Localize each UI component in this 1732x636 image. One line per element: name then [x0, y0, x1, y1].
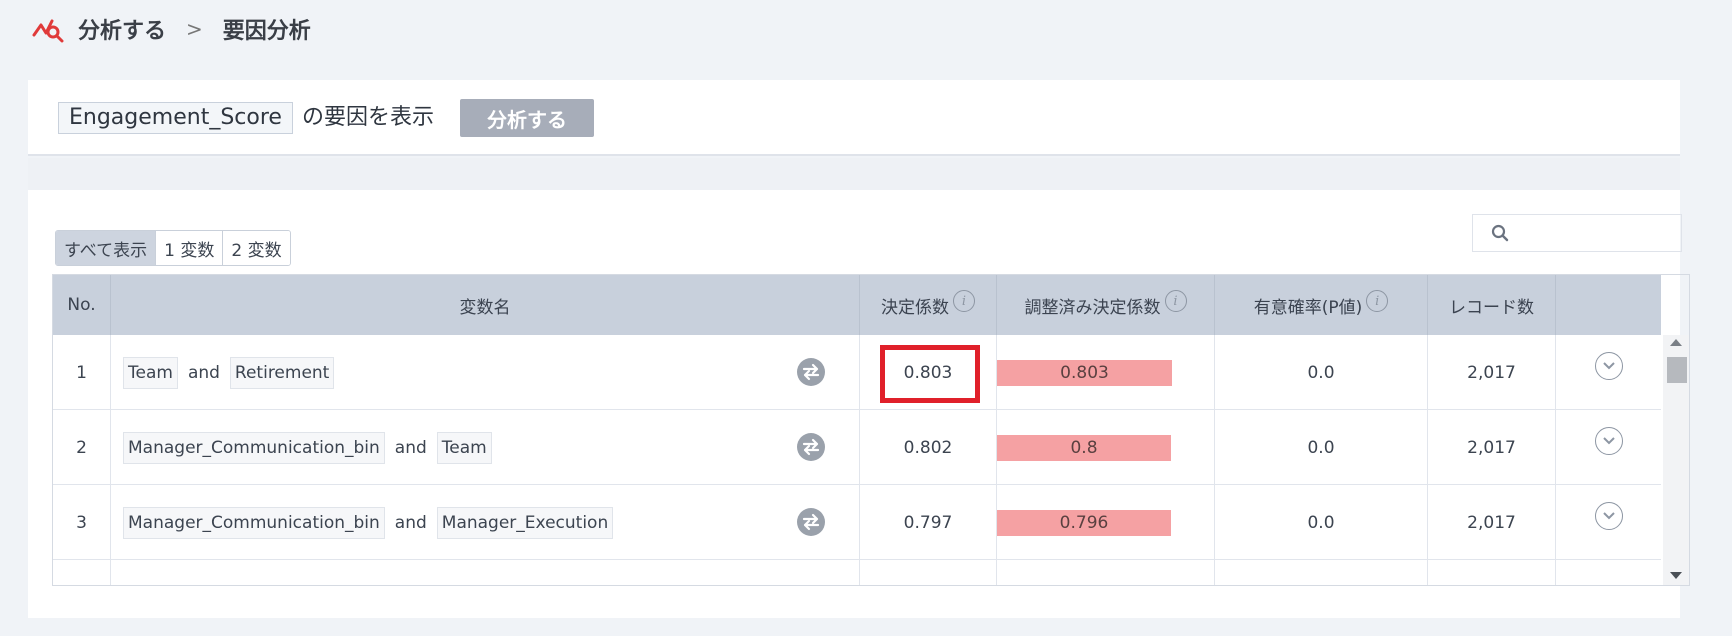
row-records	[1428, 560, 1556, 585]
row-adj-r2: 0.796	[997, 485, 1215, 560]
info-icon[interactable]: i	[953, 290, 975, 312]
info-icon[interactable]: i	[1366, 290, 1389, 312]
analyze-button[interactable]: 分析する	[460, 99, 594, 137]
scroll-down-arrow-icon[interactable]	[1670, 572, 1682, 579]
variable-filter-group: すべて表示 1 変数 2 変数	[55, 230, 291, 266]
breadcrumb: 分析する > 要因分析	[32, 12, 311, 46]
row-variables	[111, 560, 860, 585]
divider-band	[28, 158, 1680, 190]
row-r2: 0.802	[860, 410, 997, 485]
variable-tag[interactable]: Retirement	[229, 356, 335, 389]
row-actions	[1556, 560, 1661, 585]
highlight-box	[880, 345, 980, 403]
results-card: すべて表示 1 変数 2 変数 No. 変数名 決定係数 i 調整済み決定係数 …	[28, 190, 1690, 618]
filter-all-button[interactable]: すべて表示	[56, 231, 157, 265]
search-box[interactable]	[1472, 214, 1682, 252]
header-records[interactable]: レコード数	[1428, 275, 1556, 335]
row-records: 2,017	[1428, 485, 1556, 560]
header-p-value[interactable]: 有意確率(P値) i	[1215, 275, 1428, 335]
variable-tag[interactable]: Manager_Execution	[436, 506, 614, 539]
analysis-logo-icon	[32, 19, 64, 43]
row-r2: 0.803	[860, 335, 997, 410]
row-p-value: 0.0	[1215, 335, 1428, 410]
header-adj-r2[interactable]: 調整済み決定係数 i	[997, 275, 1215, 335]
target-variable-chip[interactable]: Engagement_Score	[58, 102, 293, 134]
row-no: 2	[53, 410, 111, 485]
row-adj-r2: 0.8	[997, 410, 1215, 485]
breadcrumb-separator: >	[186, 17, 203, 41]
row-p-value: 0.0	[1215, 485, 1428, 560]
header-no[interactable]: No.	[53, 275, 111, 335]
chevron-down-icon[interactable]	[1594, 501, 1623, 530]
adj-r2-bar: 0.803	[997, 359, 1172, 386]
table-row[interactable]: 3 Manager_Communication_bin and Manager_…	[53, 485, 1661, 560]
row-variables: Team and Retirement	[111, 335, 860, 410]
table-row[interactable]: 2 Manager_Communication_bin and Team 0.8…	[53, 410, 1661, 485]
variable-tag[interactable]: Team	[123, 356, 178, 389]
row-variables: Manager_Communication_bin and Manager_Ex…	[111, 485, 860, 560]
scroll-up-arrow-icon[interactable]	[1670, 339, 1682, 346]
filter-one-variable-button[interactable]: 1 変数	[156, 231, 224, 265]
row-adj-r2	[997, 560, 1215, 585]
row-p-value	[1215, 560, 1428, 585]
row-r2	[860, 560, 997, 585]
header-actions	[1556, 275, 1661, 335]
factor-table: No. 変数名 決定係数 i 調整済み決定係数 i 有意確率(P値) i レコー…	[52, 274, 1690, 586]
swap-icon[interactable]	[797, 433, 825, 461]
variable-tag[interactable]: Manager_Communication_bin	[123, 506, 385, 539]
table-scrollbar[interactable]	[1663, 335, 1689, 585]
and-label: and	[394, 512, 427, 533]
table-body: 1 Team and Retirement 0.803 0.803 0.0 2,…	[53, 335, 1661, 585]
search-input[interactable]	[1515, 218, 1675, 248]
row-records: 2,017	[1428, 410, 1556, 485]
row-no: 1	[53, 335, 111, 410]
and-label: and	[187, 362, 220, 383]
swap-icon[interactable]	[797, 358, 825, 386]
row-variables: Manager_Communication_bin and Team	[111, 410, 860, 485]
swap-icon[interactable]	[797, 508, 825, 536]
breadcrumb-analyze[interactable]: 分析する	[78, 13, 166, 45]
filter-two-variable-button[interactable]: 2 変数	[223, 231, 290, 265]
breadcrumb-current: 要因分析	[222, 19, 311, 44]
row-records: 2,017	[1428, 335, 1556, 410]
info-icon[interactable]: i	[1164, 290, 1187, 312]
table-row[interactable]: 1 Team and Retirement 0.803 0.803 0.0 2,…	[53, 335, 1661, 410]
chevron-down-icon[interactable]	[1594, 426, 1623, 455]
row-p-value: 0.0	[1215, 410, 1428, 485]
target-suffix-text: の要因を表示	[302, 105, 435, 130]
row-actions	[1556, 335, 1661, 410]
row-actions	[1556, 410, 1661, 485]
row-adj-r2: 0.803	[997, 335, 1215, 410]
scrollbar-thumb[interactable]	[1667, 357, 1687, 383]
table-row[interactable]	[53, 560, 1661, 585]
search-icon	[1491, 224, 1509, 242]
row-r2: 0.797	[860, 485, 997, 560]
variable-tag[interactable]: Manager_Communication_bin	[123, 431, 385, 464]
header-r2[interactable]: 決定係数 i	[860, 275, 997, 335]
header-variable[interactable]: 変数名	[111, 275, 860, 335]
row-no: 3	[53, 485, 111, 560]
and-label: and	[394, 437, 427, 458]
adj-r2-bar: 0.8	[997, 434, 1171, 461]
row-no	[53, 560, 111, 585]
table-header: No. 変数名 決定係数 i 調整済み決定係数 i 有意確率(P値) i レコー…	[53, 275, 1661, 335]
variable-tag[interactable]: Team	[436, 431, 492, 464]
row-actions	[1556, 485, 1661, 560]
chevron-down-icon[interactable]	[1594, 351, 1623, 380]
adj-r2-bar: 0.796	[997, 509, 1171, 536]
target-card: Engagement_Score の要因を表示 分析する	[28, 80, 1680, 156]
